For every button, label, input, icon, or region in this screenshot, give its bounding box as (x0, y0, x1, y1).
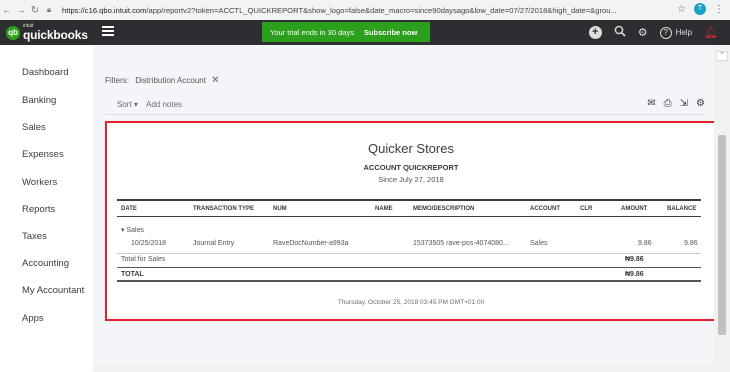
report-title: ACCOUNT QUICKREPORT (363, 163, 459, 172)
url-host: https://c16.qbo.intuit.com (62, 5, 147, 15)
sidebar-item-reports[interactable]: Reports (22, 204, 55, 215)
main-content: Filters: Distribution Account ✕ Sort ▾ A… (93, 45, 730, 372)
group-row-sales[interactable]: ▾ Sales (117, 226, 701, 238)
sidebar-item-accounting[interactable]: Accounting (22, 258, 69, 269)
sidebar-item-banking[interactable]: Banking (22, 95, 56, 106)
column-header-transaction-type[interactable]: TRANSACTION TYPE (193, 206, 254, 212)
group-label: ▾ Sales (121, 227, 144, 234)
column-header-amount[interactable]: AMOUNT (621, 206, 647, 212)
lock-icon: 🔒︎ (46, 5, 52, 14)
column-header-clr[interactable]: CLR (580, 206, 592, 212)
trial-banner: Your trial ends in 30 days Subscribe now (262, 22, 430, 42)
cell-transaction-type: Journal Entry (193, 240, 235, 247)
create-plus-icon[interactable]: + (588, 26, 602, 39)
report-panel: Quicker Stores ACCOUNT QUICKREPORT Since… (105, 121, 717, 321)
help-button[interactable]: ? Help (659, 26, 693, 39)
cell-memo: 15373505 rave-pos-4074080... (413, 240, 509, 247)
sidebar-item-workers[interactable]: Workers (22, 177, 57, 188)
table-header: DATE TRANSACTION TYPE NUM NAME MEMO/DESC… (117, 199, 701, 217)
export-icon[interactable]: ⇲ (680, 98, 688, 109)
horizontal-scrollbar[interactable] (93, 364, 714, 372)
sidebar-item-sales[interactable]: Sales (22, 122, 46, 133)
grand-total-label: TOTAL (121, 271, 144, 278)
cell-amount: 9.86 (638, 240, 652, 247)
qb-logo-icon: qb (6, 25, 20, 40)
help-label: Help (675, 28, 693, 37)
cell-date: 10/25/2018 (131, 240, 167, 247)
trial-text: Your trial ends in 30 days (270, 27, 354, 37)
browser-menu-icon[interactable]: ⋮ (714, 4, 724, 15)
url-path: /app/reportv2?token=ACCTL_QUICKREPORT&sh… (146, 5, 617, 15)
help-icon: ? (659, 26, 672, 39)
bookmark-star-icon[interactable]: ☆ (677, 4, 686, 15)
sidebar: Dashboard Banking Sales Expenses Workers… (0, 45, 93, 372)
report-date-range: Since July 27, 2018 (378, 175, 444, 184)
print-icon[interactable]: ⎙ (664, 98, 672, 109)
company-name: Quicker Stores (368, 141, 454, 156)
grand-total-amount: ₦9.86 (625, 271, 644, 278)
column-header-date[interactable]: DATE (121, 206, 137, 212)
total-sales-row: Total for Sales ₦9.86 (117, 253, 701, 265)
filter-chip-distribution-account[interactable]: Distribution Account (135, 76, 206, 85)
address-bar[interactable]: https://c16.qbo.intuit.com/app/reportv2?… (62, 6, 622, 15)
report-footer-timestamp: Thursday, October 25, 2018 03:45 PM GMT+… (337, 299, 485, 306)
forward-icon[interactable]: → (14, 5, 28, 16)
sidebar-item-dashboard[interactable]: Dashboard (22, 67, 68, 78)
email-icon[interactable]: ✉ (647, 98, 655, 109)
reload-icon[interactable]: ↻ (28, 5, 42, 16)
sidebar-item-my-accountant[interactable]: My Accountant (22, 285, 84, 296)
sidebar-item-expenses[interactable]: Expenses (22, 149, 64, 160)
cell-account: Sales (530, 240, 548, 247)
column-header-memo[interactable]: MEMO/DESCRIPTION (413, 206, 474, 212)
subscribe-now-button[interactable]: Subscribe now (364, 28, 417, 37)
app-header: qb intuit quickbooks Your trial ends in … (0, 20, 730, 45)
browser-toolbar: ← → ↻ 🔒︎ https://c16.qbo.intuit.com/app/… (0, 0, 730, 20)
logo-brand-text: quickbooks (23, 28, 88, 42)
gear-icon[interactable]: ⚙ (638, 26, 648, 39)
column-header-num[interactable]: NUM (273, 206, 287, 212)
report-toolbar: Sort ▾ Add notes ✉ ⎙ ⇲ ⚙ (105, 95, 705, 115)
search-icon[interactable] (614, 25, 626, 40)
filters-label: Filters: (105, 76, 129, 85)
sidebar-item-apps[interactable]: Apps (22, 313, 44, 324)
column-header-account[interactable]: ACCOUNT (530, 206, 560, 212)
hamburger-menu-icon[interactable] (102, 26, 114, 38)
profile-avatar[interactable]: T (694, 3, 706, 15)
notifications-bell-icon[interactable]: 🔔︎ (704, 26, 718, 39)
quickbooks-logo[interactable]: qb intuit quickbooks (6, 24, 88, 41)
cell-num: RaveDocNumber-a993a (273, 240, 349, 247)
total-sales-amount: ₦9.86 (625, 256, 644, 263)
grand-total-row: TOTAL ₦9.86 (117, 267, 701, 282)
vertical-scrollbar[interactable]: ⌃ (714, 45, 730, 372)
total-sales-label: Total for Sales (121, 256, 166, 263)
table-row[interactable]: 10/25/2018 Journal Entry RaveDocNumber-a… (117, 240, 701, 252)
add-notes-link[interactable]: Add notes (146, 100, 182, 109)
cell-balance: 9.86 (684, 240, 698, 247)
sidebar-item-taxes[interactable]: Taxes (22, 231, 47, 242)
scroll-thumb[interactable] (718, 135, 726, 335)
column-header-balance[interactable]: BALANCE (667, 206, 696, 212)
column-header-name[interactable]: NAME (375, 206, 393, 212)
sort-dropdown[interactable]: Sort ▾ (117, 100, 138, 109)
scroll-up-icon[interactable]: ⌃ (716, 51, 728, 61)
close-icon[interactable]: ✕ (211, 75, 219, 86)
back-icon[interactable]: ← (0, 5, 14, 16)
gear-icon[interactable]: ⚙ (696, 98, 705, 109)
filters-bar: Filters: Distribution Account ✕ (105, 75, 220, 86)
